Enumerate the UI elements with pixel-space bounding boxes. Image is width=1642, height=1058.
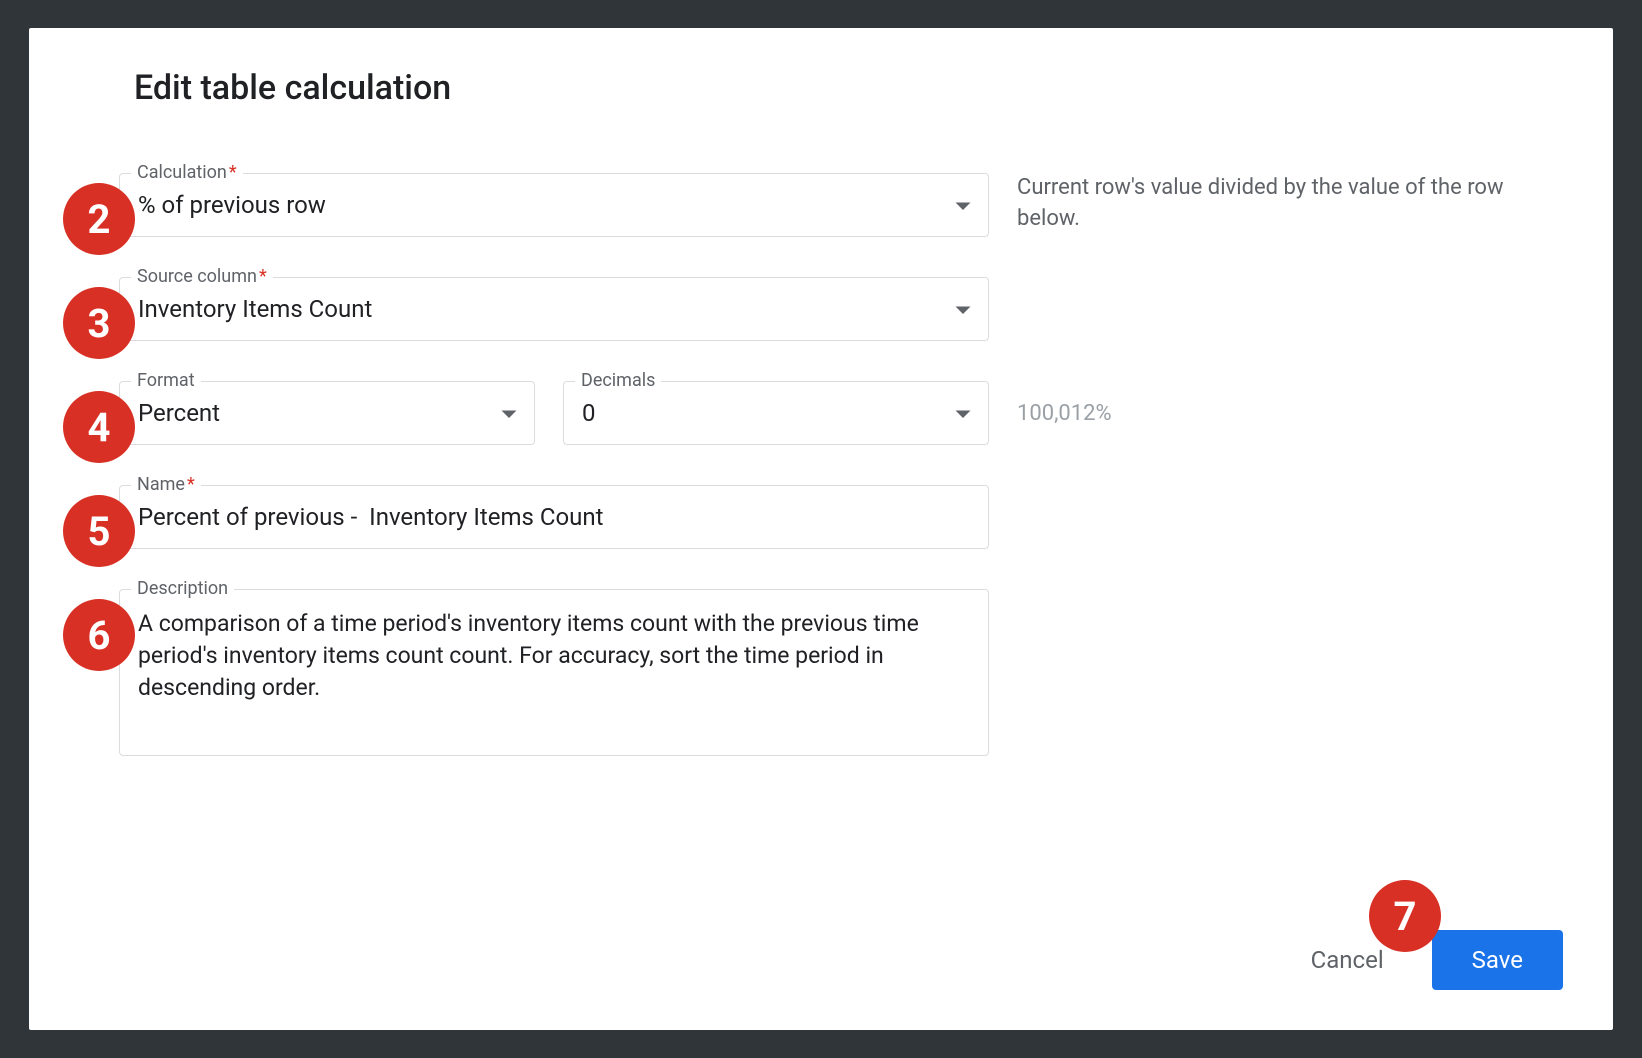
- name-label-text: Name: [137, 474, 185, 495]
- annotation-badge-4: 4: [63, 391, 135, 463]
- format-value: Percent: [138, 399, 220, 427]
- decimals-label: Decimals: [575, 370, 661, 391]
- edit-calculation-dialog: Edit table calculation 2 Calculation* % …: [29, 28, 1613, 1030]
- annotation-badge-3: 3: [63, 287, 135, 359]
- chevron-down-icon: [954, 191, 972, 219]
- chevron-down-icon: [500, 399, 518, 427]
- calculation-helper-text: Current row's value divided by the value…: [1017, 173, 1563, 235]
- description-label: Description: [131, 578, 234, 599]
- chevron-down-icon: [954, 295, 972, 323]
- source-column-label: Source column*: [131, 266, 273, 287]
- save-button[interactable]: Save: [1432, 930, 1563, 990]
- decimals-value: 0: [582, 399, 596, 427]
- annotation-badge-6: 6: [63, 599, 135, 671]
- calculation-value: % of previous row: [138, 191, 326, 219]
- description-textarea[interactable]: [119, 589, 989, 756]
- required-star: *: [259, 266, 267, 287]
- format-preview: 100,012%: [1017, 401, 1112, 426]
- format-label: Format: [131, 370, 201, 391]
- source-column-label-text: Source column: [137, 266, 257, 287]
- calculation-label: Calculation*: [131, 162, 243, 183]
- annotation-badge-5: 5: [63, 495, 135, 567]
- annotation-badge-2: 2: [63, 183, 135, 255]
- required-star: *: [187, 474, 195, 495]
- chevron-down-icon: [954, 399, 972, 427]
- calculation-select[interactable]: % of previous row: [119, 173, 989, 237]
- annotation-badge-7: 7: [1369, 880, 1441, 952]
- calculation-label-text: Calculation: [137, 162, 227, 183]
- dialog-title: Edit table calculation: [134, 68, 1563, 108]
- name-label: Name*: [131, 474, 201, 495]
- name-input[interactable]: [119, 485, 989, 549]
- required-star: *: [229, 162, 237, 183]
- source-column-value: Inventory Items Count: [138, 295, 372, 323]
